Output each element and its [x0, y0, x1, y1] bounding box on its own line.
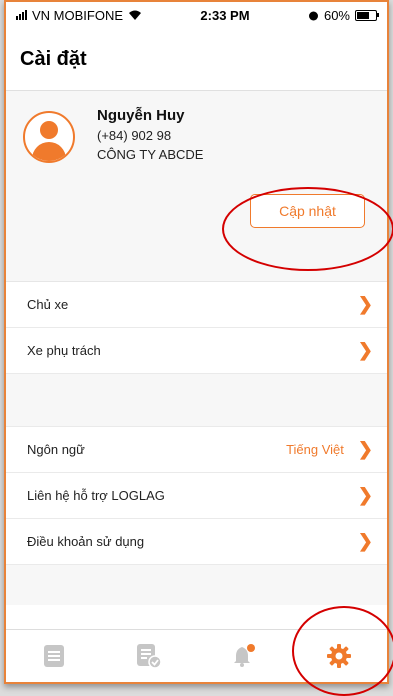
status-right: 60% [308, 7, 379, 23]
carrier-label: VN MOBIFONE [32, 7, 124, 23]
update-button[interactable]: Cập nhật [250, 194, 365, 228]
status-bar: VN MOBIFONE 2:33 PM 60% [6, 2, 387, 28]
page-header: Cài đặt [6, 28, 387, 91]
chevron-right-icon: ❯ [357, 294, 373, 314]
profile-name: Nguyễn Huy [97, 107, 185, 124]
profile-company: CÔNG TY ABCDE [97, 147, 204, 162]
profile-phone: (+84) 902 98 [97, 128, 172, 143]
menu-item-terms[interactable]: Điều khoản sử dụng ❯ [6, 519, 387, 565]
battery-percent: 60% [323, 7, 350, 23]
phone-frame: VN MOBIFONE 2:33 PM 60% Cài đặt Nguyễn H… [4, 0, 389, 684]
avatar-body [32, 142, 66, 161]
section-divider [6, 374, 387, 427]
avatar-head [40, 121, 58, 139]
list-icon [43, 645, 64, 667]
signal-icon [16, 10, 27, 20]
chevron-right-icon: ❯ [357, 340, 373, 360]
menu-item-support-contact[interactable]: Liên hệ hỗ trợ LOGLAG ❯ [6, 473, 387, 519]
alarm-icon [308, 11, 318, 20]
status-time: 2:33 PM [200, 7, 250, 23]
menu-item-label: Ngôn ngữ [27, 442, 85, 457]
wifi-icon [129, 10, 142, 20]
menu-item-label: Điều khoản sử dụng [27, 534, 145, 549]
tab-tasks[interactable] [119, 636, 179, 676]
tab-notifications[interactable] [214, 636, 274, 676]
notification-badge [247, 644, 256, 652]
profile-card: Nguyễn Huy (+84) 902 98 CÔNG TY ABCDE Cậ… [6, 91, 387, 282]
tab-settings[interactable] [309, 636, 369, 676]
menu-item-label: Xe phụ trách [27, 343, 101, 358]
menu-item-language[interactable]: Ngôn ngữ Tiếng Việt ❯ [6, 427, 387, 473]
tab-list[interactable] [24, 636, 84, 676]
menu-item-label: Chủ xe [27, 297, 69, 312]
page-title: Cài đặt [20, 47, 87, 70]
language-value: Tiếng Việt [286, 442, 344, 457]
status-left: VN MOBIFONE [16, 8, 142, 23]
chevron-right-icon: ❯ [357, 531, 373, 551]
checklist-icon [136, 644, 162, 669]
chevron-right-icon: ❯ [357, 485, 373, 505]
menu-item-label: Liên hệ hỗ trợ LOGLAG [27, 488, 165, 503]
language-value-group: Tiếng Việt ❯ [286, 439, 373, 460]
bottom-spacer [6, 565, 387, 605]
gear-icon [327, 644, 352, 668]
bell-icon [234, 644, 256, 667]
chevron-right-icon: ❯ [357, 439, 373, 459]
menu-item-assigned-vehicles[interactable]: Xe phụ trách ❯ [6, 328, 387, 374]
avatar [23, 111, 75, 163]
menu-item-vehicle-owner[interactable]: Chủ xe ❯ [6, 282, 387, 328]
tab-bar [6, 629, 387, 682]
battery-icon [355, 9, 379, 21]
